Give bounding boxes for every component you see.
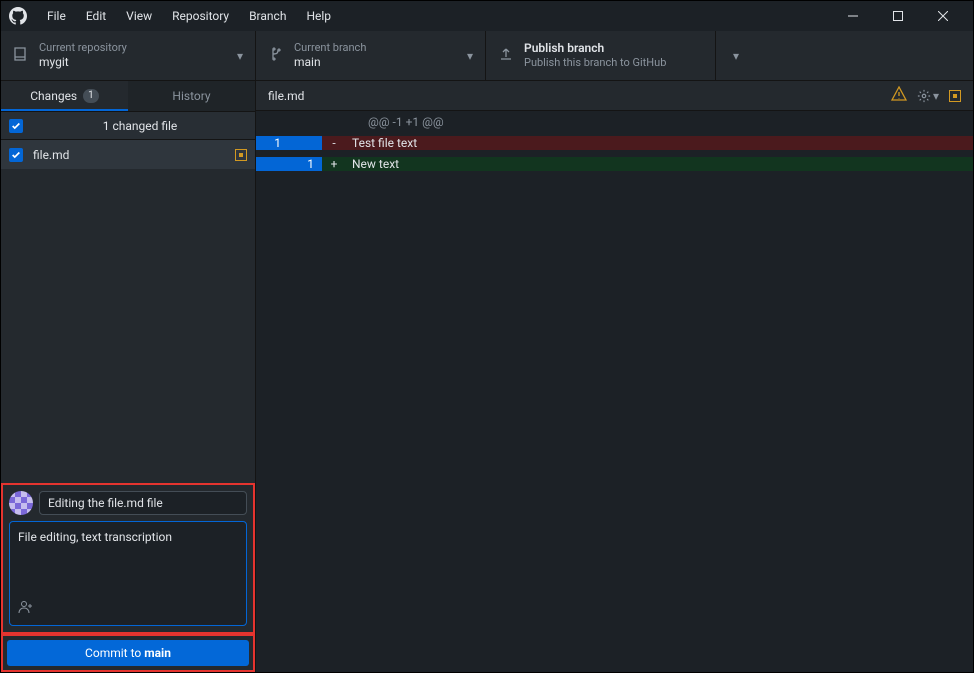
commit-description-text: File editing, text transcription bbox=[18, 530, 238, 596]
branch-name: main bbox=[294, 55, 366, 70]
commit-button-prefix: Commit to bbox=[85, 646, 141, 660]
menu-file[interactable]: File bbox=[37, 5, 76, 27]
chevron-down-icon: ▾ bbox=[237, 49, 243, 63]
diff-hunk-header: @@ -1 +1 @@ bbox=[256, 111, 973, 132]
commit-form: File editing, text transcription bbox=[1, 483, 255, 634]
tab-changes[interactable]: Changes 1 bbox=[1, 81, 128, 111]
modified-icon bbox=[949, 90, 961, 102]
repo-label: Current repository bbox=[39, 41, 127, 55]
branch-icon bbox=[268, 46, 284, 65]
minimize-button[interactable] bbox=[830, 1, 875, 31]
repo-name: mygit bbox=[39, 55, 127, 70]
branch-label: Current branch bbox=[294, 41, 366, 55]
diff-body: @@ -1 +1 @@ 1 - Test file text 1 + New t… bbox=[256, 111, 973, 672]
changes-summary-row: 1 changed file bbox=[1, 111, 255, 140]
current-repository-selector[interactable]: Current repository mygit ▾ bbox=[1, 31, 256, 80]
tab-history-label: History bbox=[172, 89, 210, 103]
github-logo-icon bbox=[9, 7, 27, 25]
changes-count-badge: 1 bbox=[83, 89, 99, 103]
commit-summary-input[interactable] bbox=[39, 491, 247, 515]
menu-view[interactable]: View bbox=[116, 5, 162, 27]
menu-bar: File Edit View Repository Branch Help bbox=[1, 1, 973, 31]
menu-help[interactable]: Help bbox=[296, 5, 341, 27]
chevron-down-icon: ▾ bbox=[733, 49, 739, 63]
add-coauthor-icon[interactable] bbox=[18, 600, 34, 617]
commit-description-input[interactable]: File editing, text transcription bbox=[9, 521, 247, 626]
modified-icon bbox=[235, 149, 247, 161]
commit-button[interactable]: Commit to main bbox=[7, 640, 249, 666]
hunk-text: @@ -1 +1 @@ bbox=[346, 115, 973, 129]
maximize-button[interactable] bbox=[875, 1, 920, 31]
upload-icon bbox=[498, 46, 514, 65]
close-button[interactable] bbox=[920, 1, 965, 31]
menu-repository[interactable]: Repository bbox=[162, 5, 239, 27]
publish-branch-button[interactable]: Publish branch Publish this branch to Gi… bbox=[486, 31, 716, 80]
chevron-down-icon: ▾ bbox=[933, 89, 939, 103]
toolbar: Current repository mygit ▾ Current branc… bbox=[1, 31, 973, 81]
select-all-checkbox[interactable] bbox=[9, 119, 23, 133]
publish-options-button[interactable]: ▾ bbox=[716, 31, 756, 80]
commit-button-branch: main bbox=[144, 646, 171, 660]
repo-icon bbox=[13, 46, 29, 65]
avatar bbox=[9, 491, 33, 515]
diff-line-deletion[interactable]: 1 - Test file text bbox=[256, 132, 973, 153]
diff-file-title: file.md bbox=[268, 89, 891, 103]
current-branch-selector[interactable]: Current branch main ▾ bbox=[256, 31, 486, 80]
chevron-down-icon: ▾ bbox=[467, 49, 473, 63]
diff-settings-button[interactable]: ▾ bbox=[917, 89, 939, 103]
changed-file-row[interactable]: file.md bbox=[1, 140, 255, 169]
menu-branch[interactable]: Branch bbox=[239, 5, 296, 27]
file-checkbox[interactable] bbox=[9, 148, 23, 162]
file-name: file.md bbox=[33, 148, 235, 162]
changes-summary-label: 1 changed file bbox=[33, 119, 247, 133]
warning-icon[interactable] bbox=[891, 86, 907, 105]
tab-history[interactable]: History bbox=[128, 81, 255, 111]
publish-title: Publish branch bbox=[524, 41, 666, 56]
diff-line-addition[interactable]: 1 + New text bbox=[256, 153, 973, 174]
menu-edit[interactable]: Edit bbox=[76, 5, 116, 27]
publish-subtitle: Publish this branch to GitHub bbox=[524, 56, 666, 70]
tab-changes-label: Changes bbox=[30, 89, 77, 103]
